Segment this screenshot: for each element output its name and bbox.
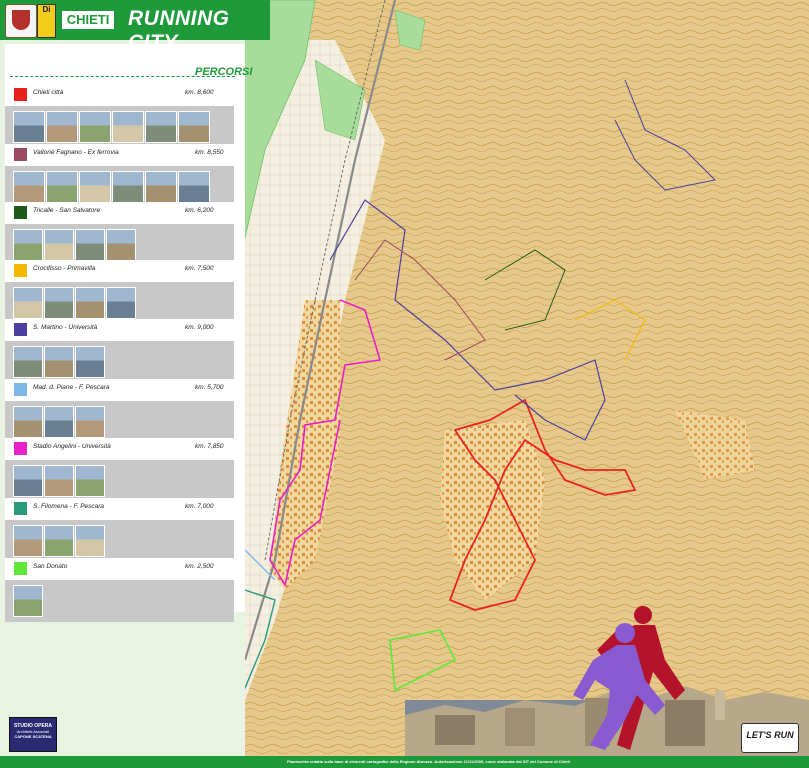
route-header: Stadio Angelini - Università km. 7,850 <box>5 438 245 460</box>
route-photo <box>145 111 177 143</box>
logo-text: Di <box>42 5 51 14</box>
route-name: Chieti città <box>33 89 64 96</box>
route-name: San Donato <box>33 563 68 570</box>
route-photo <box>44 465 74 497</box>
route-name: Vallone Fagnano - Ex ferrovia <box>33 149 119 156</box>
title-bar: Di CHIETI RUNNING CITY <box>0 0 270 54</box>
route-photo <box>75 287 105 319</box>
route-header: S. Martino - Università km. 9,000 <box>5 319 245 341</box>
route-photo <box>13 346 43 378</box>
route-photo <box>13 229 43 261</box>
route-photo-strip <box>5 460 234 502</box>
route-photo <box>44 406 74 438</box>
route-photo <box>44 525 74 557</box>
route-photo <box>79 111 111 143</box>
footer-credit: Planimetria redatta sulla base di elemen… <box>287 759 570 764</box>
route-color-swatch <box>14 206 27 219</box>
route-photo <box>145 171 177 203</box>
route-photo <box>13 171 45 203</box>
di-logo: Di <box>37 4 56 38</box>
city-map <box>245 0 809 756</box>
route-photo <box>106 287 136 319</box>
route-color-swatch <box>14 442 27 455</box>
route-photo <box>13 585 43 617</box>
lets-run-logo: LET'S RUN <box>741 723 799 753</box>
route-photo <box>46 111 78 143</box>
route-color-swatch <box>14 383 27 396</box>
route-distance: km. 7,850 <box>195 443 224 450</box>
route-photo <box>44 346 74 378</box>
route-distance: km. 9,000 <box>185 324 214 331</box>
route-photo <box>112 171 144 203</box>
studio-names: CAPONE SCATENA <box>14 734 52 739</box>
city-crest-logo <box>5 4 37 38</box>
route-photo-strip <box>5 106 234 148</box>
route-distance: km. 7,500 <box>185 265 214 272</box>
route-distance: km. 7,000 <box>185 503 214 510</box>
route-photo <box>46 171 78 203</box>
route-photo-strip <box>5 580 234 622</box>
route-distance: km. 6,200 <box>185 207 214 214</box>
route-photo <box>44 229 74 261</box>
route-name: Stadio Angelini - Università <box>33 443 111 450</box>
lets-run-text: LET'S RUN <box>746 730 794 740</box>
route-photo <box>13 406 43 438</box>
route-distance: km. 8,600 <box>185 89 214 96</box>
route-header: Chieti città km. 8,600 <box>5 84 245 106</box>
route-distance: km. 5,700 <box>195 384 224 391</box>
route-header: Tricalle - San Salvatore km. 6,200 <box>5 202 245 224</box>
route-photo <box>75 406 105 438</box>
route-photo-strip <box>5 401 234 443</box>
route-name: Mad. d. Piane - F. Pescara <box>33 384 110 391</box>
route-color-swatch <box>14 88 27 101</box>
route-photo-strip <box>5 282 234 324</box>
route-photo <box>178 171 210 203</box>
route-distance: km. 8,550 <box>195 149 224 156</box>
route-photo <box>13 287 43 319</box>
route-photo <box>13 525 43 557</box>
route-photo <box>13 111 45 143</box>
route-color-swatch <box>14 502 27 515</box>
route-photo <box>75 465 105 497</box>
route-header: S. Filomena - F. Pescara km. 7,000 <box>5 498 245 520</box>
route-color-swatch <box>14 323 27 336</box>
route-photo <box>75 525 105 557</box>
route-header: Crocifisso - Primavilla km. 7,500 <box>5 260 245 282</box>
route-photo <box>106 229 136 261</box>
route-photo <box>75 229 105 261</box>
route-color-swatch <box>14 264 27 277</box>
route-photo <box>13 465 43 497</box>
route-photo <box>79 171 111 203</box>
route-header: Mad. d. Piane - F. Pescara km. 5,700 <box>5 379 245 401</box>
route-header: Vallone Fagnano - Ex ferrovia km. 8,550 <box>5 144 245 166</box>
route-photo-strip <box>5 341 234 383</box>
route-color-swatch <box>14 148 27 161</box>
route-name: S. Filomena - F. Pescara <box>33 503 105 510</box>
route-name: Tricalle - San Salvatore <box>33 207 101 214</box>
route-distance: km. 2,500 <box>185 563 214 570</box>
route-photo-strip <box>5 520 234 562</box>
route-photo <box>75 346 105 378</box>
route-header: San Donato km. 2,500 <box>5 558 245 580</box>
route-name: Crocifisso - Primavilla <box>33 265 96 272</box>
studio-opera-logo: STUDIO OPERA Architetti Associati CAPONE… <box>9 717 57 752</box>
route-photo <box>44 287 74 319</box>
legend-divider <box>10 76 235 77</box>
route-photo <box>178 111 210 143</box>
city-name: CHIETI <box>62 11 114 29</box>
route-color-swatch <box>14 562 27 575</box>
map-poster: Di CHIETI RUNNING CITY PERCORSI Chieti c… <box>0 0 809 768</box>
route-name: S. Martino - Università <box>33 324 98 331</box>
route-photo <box>112 111 144 143</box>
